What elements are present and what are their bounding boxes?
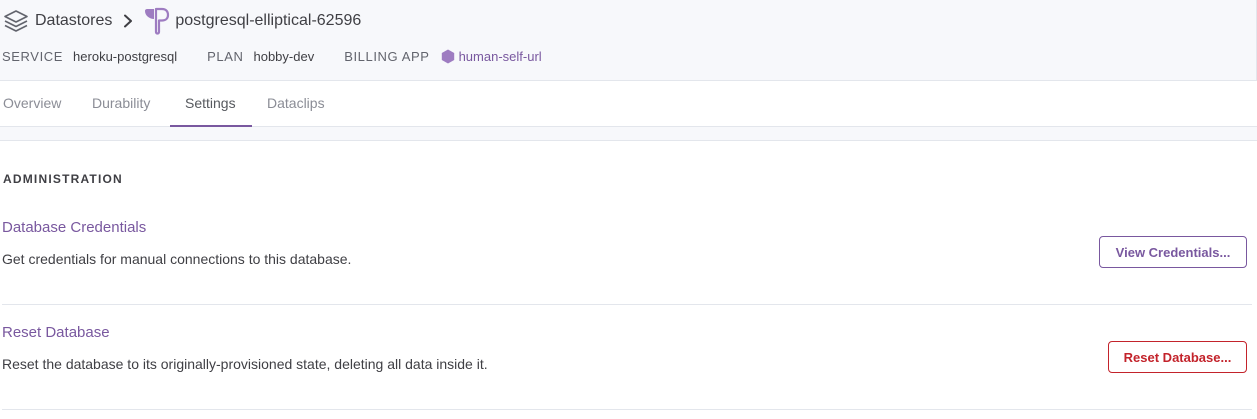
reset-database-title[interactable]: Reset Database	[2, 324, 110, 341]
administration-heading: ADMINISTRATION	[3, 172, 123, 186]
service-label: SERVICE	[2, 48, 64, 64]
postgres-elephant-icon	[142, 7, 170, 35]
plan-label: PLAN	[207, 48, 244, 64]
reset-database-description: Reset the database to its originally-pro…	[2, 356, 488, 372]
view-credentials-button[interactable]: View Credentials...	[1099, 236, 1247, 268]
tab-overview[interactable]: Overview	[3, 81, 61, 127]
plan-value: hobby-dev	[253, 48, 315, 64]
section-spacer	[0, 127, 1257, 141]
breadcrumb-datastores-label: Datastores	[35, 12, 113, 29]
billing-app-link[interactable]: human-self-url	[441, 49, 542, 64]
divider	[2, 409, 1252, 410]
tab-dataclips[interactable]: Dataclips	[267, 81, 325, 127]
chevron-right-icon	[123, 14, 133, 28]
app-name: postgresql-elliptical-62596	[175, 12, 362, 29]
stack-icon	[3, 8, 29, 34]
reset-database-button[interactable]: Reset Database...	[1108, 341, 1247, 373]
divider	[2, 304, 1252, 305]
datastore-header: Datastores postgresql-elliptical-62596 S…	[0, 0, 1257, 81]
service-value: heroku-postgresql	[73, 48, 178, 64]
addon-meta: SERVICE heroku-postgresql PLAN hobby-dev…	[2, 47, 542, 65]
tab-bar: Overview Durability Settings Dataclips	[0, 81, 1257, 127]
hexagon-icon	[441, 49, 455, 64]
breadcrumb-app: postgresql-elliptical-62596	[142, 7, 361, 35]
breadcrumb-datastores[interactable]: Datastores	[3, 8, 112, 34]
database-credentials-title[interactable]: Database Credentials	[2, 219, 146, 236]
billing-app-value: human-self-url	[458, 48, 542, 64]
tab-settings[interactable]: Settings	[185, 81, 236, 127]
database-credentials-description: Get credentials for manual connections t…	[2, 251, 352, 267]
breadcrumb: Datastores postgresql-elliptical-62596	[3, 7, 361, 35]
tab-durability[interactable]: Durability	[92, 81, 150, 127]
billing-app-label: BILLING APP	[344, 48, 430, 64]
